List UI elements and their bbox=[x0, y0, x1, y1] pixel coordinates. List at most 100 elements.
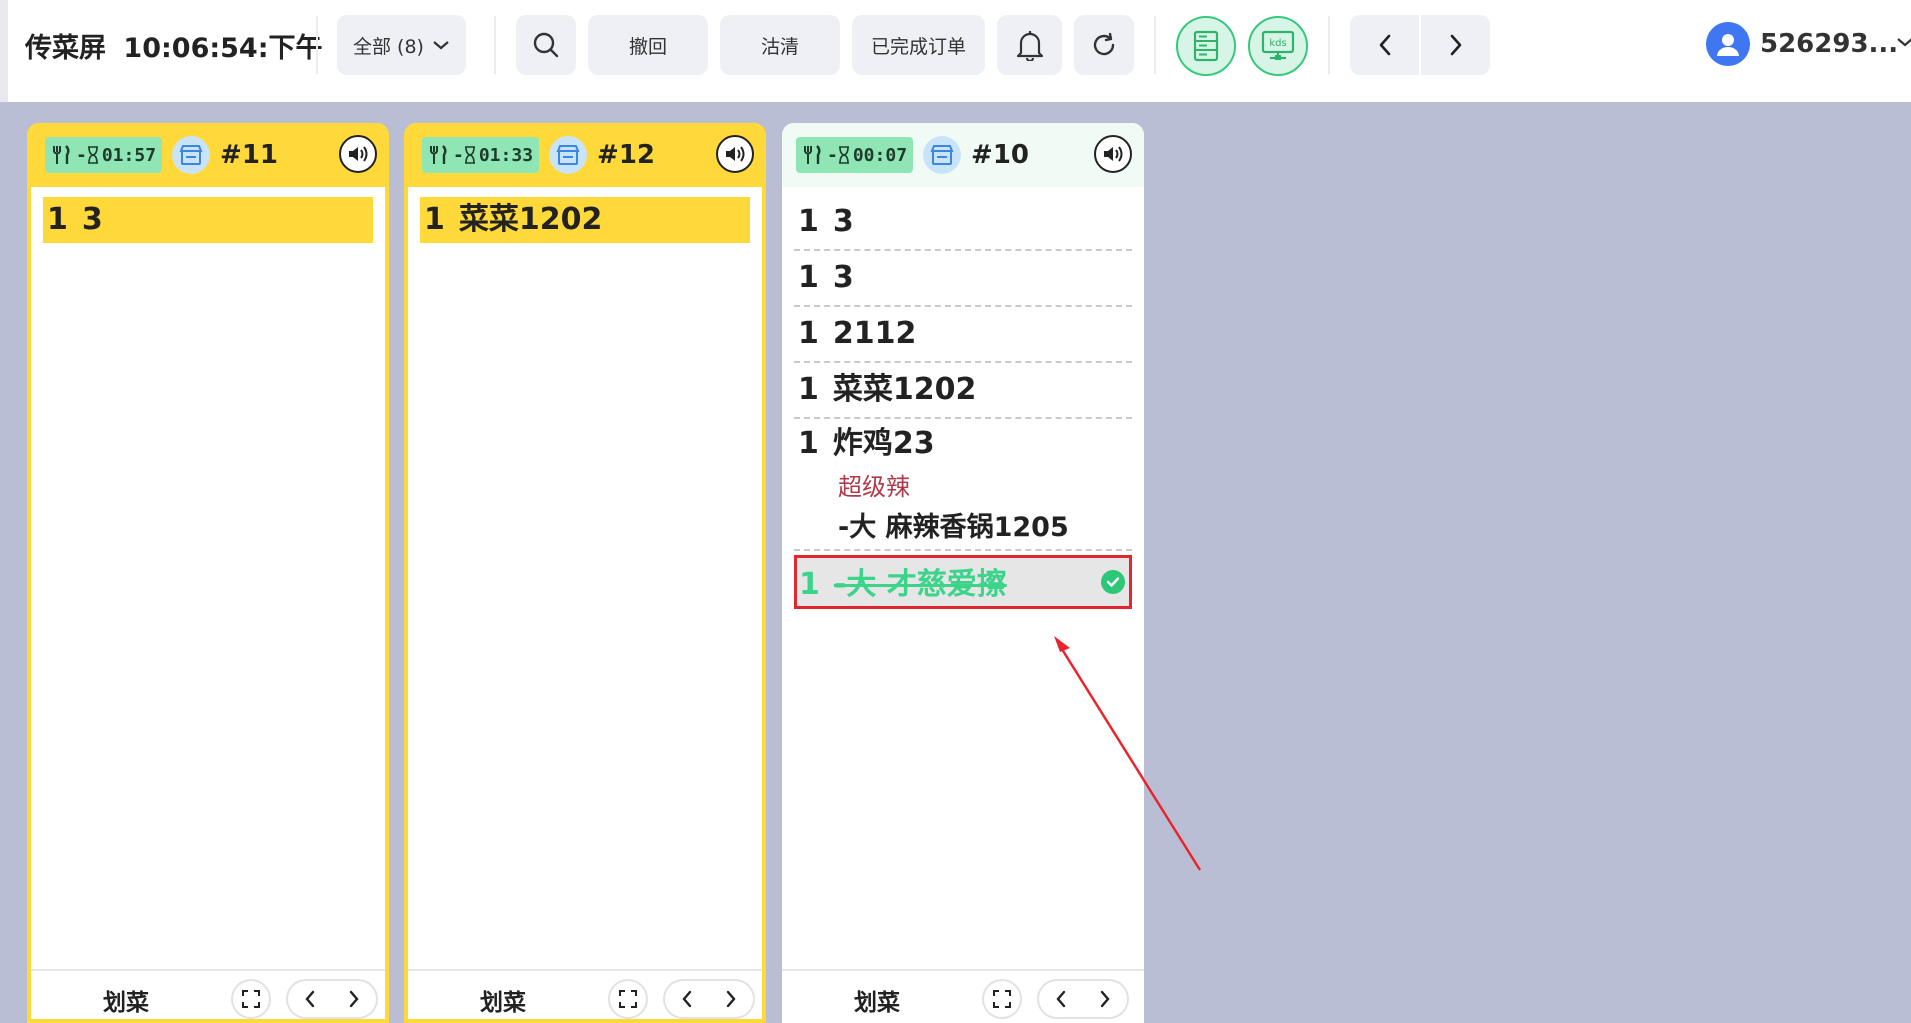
speaker-icon bbox=[349, 146, 368, 162]
item-name: 菜菜1202 bbox=[458, 202, 603, 237]
item-qty: 1 bbox=[798, 260, 819, 295]
utensils-icon bbox=[53, 145, 70, 164]
order-items: 13 bbox=[31, 187, 385, 243]
card-footer: 划菜 bbox=[408, 969, 762, 1019]
expand-button[interactable] bbox=[231, 979, 271, 1019]
chevron-right-icon bbox=[726, 990, 736, 1008]
order-card[interactable]: - 00:07 #10 13 13 1 2112 1 菜菜1202 1 炸鸡23 超级… bbox=[782, 123, 1144, 1023]
serve-button[interactable]: 划菜 bbox=[480, 983, 526, 1017]
kds-button[interactable]: kds bbox=[1248, 16, 1308, 76]
list-item[interactable]: 1 炸鸡23 超级辣 -大 麻辣香锅1205 bbox=[794, 421, 1132, 551]
user-menu[interactable]: 526293... bbox=[1706, 22, 1898, 66]
bell-icon bbox=[1016, 31, 1043, 61]
list-view-button[interactable] bbox=[1176, 16, 1236, 76]
list-item[interactable]: 13 bbox=[43, 197, 373, 243]
utensils-icon bbox=[430, 145, 447, 164]
item-name: -大 才慈爱擦 bbox=[833, 567, 1007, 602]
item-qty: 1 bbox=[798, 372, 819, 407]
order-timer: - 00:07 bbox=[796, 137, 914, 173]
chevron-left-icon bbox=[682, 990, 692, 1008]
sound-button[interactable] bbox=[716, 135, 754, 173]
expand-button[interactable] bbox=[608, 979, 648, 1019]
expand-button[interactable] bbox=[982, 979, 1022, 1019]
order-number: #11 bbox=[220, 140, 278, 170]
chevron-right-icon bbox=[1450, 34, 1461, 56]
expand-icon bbox=[993, 990, 1011, 1008]
prev-page-button[interactable] bbox=[1350, 15, 1421, 75]
sound-button[interactable] bbox=[339, 135, 377, 173]
list-item[interactable]: 13 bbox=[794, 253, 1132, 307]
item-name: 3 bbox=[81, 202, 103, 237]
list-item[interactable]: 1 菜菜1202 bbox=[794, 365, 1132, 419]
item-name: 2112 bbox=[832, 316, 917, 351]
item-qty: 1 bbox=[47, 202, 68, 237]
order-card[interactable]: - 01:57 #11 13 划菜 bbox=[27, 123, 389, 1023]
card-prev-button[interactable] bbox=[665, 981, 709, 1017]
chevron-down-icon[interactable] bbox=[1896, 36, 1911, 48]
serve-button[interactable]: 划菜 bbox=[103, 983, 149, 1017]
undo-label: 撤回 bbox=[628, 35, 667, 58]
card-footer: 划菜 bbox=[782, 969, 1144, 1023]
bell-button[interactable] bbox=[997, 15, 1062, 75]
page-title: 传菜屏 10:06:54:下午 bbox=[25, 26, 323, 65]
card-next-button[interactable] bbox=[332, 981, 376, 1017]
search-icon bbox=[533, 32, 559, 58]
utensils-icon bbox=[804, 145, 821, 164]
card-page-nav bbox=[1037, 979, 1129, 1019]
chevron-left-icon bbox=[1379, 34, 1390, 56]
chevron-left-icon bbox=[305, 990, 315, 1008]
item-qty: 1 bbox=[798, 316, 819, 351]
item-name: 3 bbox=[832, 260, 854, 295]
sold-out-label: 沽清 bbox=[760, 35, 799, 58]
next-page-button[interactable] bbox=[1421, 15, 1490, 75]
list-item[interactable]: 1 2112 bbox=[794, 309, 1132, 363]
kds-monitor-icon: kds bbox=[1261, 30, 1295, 60]
card-prev-button[interactable] bbox=[288, 981, 332, 1017]
store-badge bbox=[549, 136, 588, 174]
undo-button[interactable]: 撤回 bbox=[588, 15, 708, 75]
refresh-button[interactable] bbox=[1074, 15, 1134, 75]
list-item[interactable]: 13 bbox=[794, 197, 1132, 251]
check-icon bbox=[1101, 570, 1125, 594]
refresh-icon bbox=[1093, 32, 1115, 56]
chevron-left-icon bbox=[1056, 990, 1066, 1008]
order-header: - 01:33 #12 bbox=[408, 123, 762, 187]
clock: 10:06:54:下午 bbox=[123, 33, 323, 64]
card-next-button[interactable] bbox=[1083, 981, 1127, 1017]
order-number: #12 bbox=[597, 140, 655, 170]
store-icon bbox=[556, 145, 580, 165]
order-card[interactable]: - 01:33 #12 1 菜菜1202 划菜 bbox=[404, 123, 766, 1023]
store-icon bbox=[179, 145, 203, 165]
divider bbox=[1328, 16, 1330, 74]
user-name: 526293... bbox=[1760, 29, 1899, 59]
divider bbox=[494, 16, 496, 74]
item-name: 3 bbox=[832, 204, 854, 239]
user-icon bbox=[1717, 34, 1739, 56]
completed-item[interactable]: 1 -大 才慈爱擦 bbox=[794, 555, 1132, 609]
expand-icon bbox=[242, 990, 260, 1008]
filter-label: 全部 (8) bbox=[353, 35, 424, 58]
order-items: 13 13 1 2112 1 菜菜1202 1 炸鸡23 超级辣 -大 麻辣香锅120… bbox=[782, 187, 1144, 609]
card-next-button[interactable] bbox=[709, 981, 753, 1017]
page-nav bbox=[1350, 15, 1490, 75]
filter-dropdown[interactable]: 全部 (8) bbox=[337, 15, 466, 75]
timer-value: 01:33 bbox=[478, 144, 534, 166]
search-button[interactable] bbox=[516, 15, 576, 75]
item-qty: 1 bbox=[424, 202, 445, 237]
top-bar: 传菜屏 10:06:54:下午 全部 (8) 撤回 沽清 已完成订单 kds 5… bbox=[0, 0, 1911, 102]
divider bbox=[1154, 16, 1156, 74]
completed-orders-button[interactable]: 已完成订单 bbox=[852, 15, 985, 75]
card-page-nav bbox=[286, 979, 378, 1019]
serve-button[interactable]: 划菜 bbox=[854, 983, 900, 1017]
order-items: 1 菜菜1202 bbox=[408, 187, 762, 243]
sound-button[interactable] bbox=[1094, 135, 1132, 173]
order-number: #10 bbox=[971, 140, 1029, 170]
item-main: 1 炸鸡23 bbox=[794, 421, 1132, 467]
speaker-icon bbox=[1104, 146, 1123, 162]
screen-name: 传菜屏 bbox=[25, 33, 106, 64]
card-prev-button[interactable] bbox=[1039, 981, 1083, 1017]
dash-text: - bbox=[76, 144, 87, 166]
hourglass-icon bbox=[87, 146, 98, 164]
list-item[interactable]: 1 菜菜1202 bbox=[420, 197, 750, 243]
sold-out-button[interactable]: 沽清 bbox=[720, 15, 840, 75]
